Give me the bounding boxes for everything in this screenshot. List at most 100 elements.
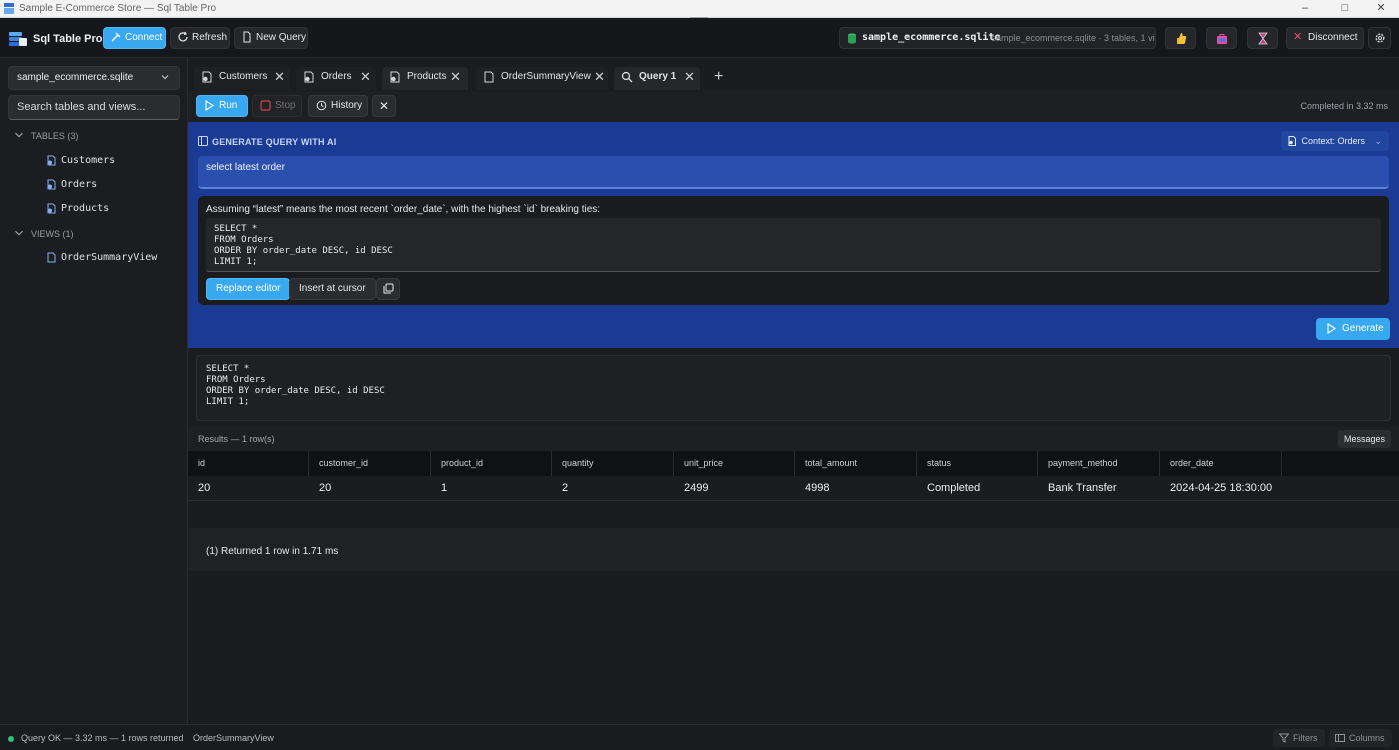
results-count: Results — 1 row(s) xyxy=(198,434,275,444)
run-button[interactable]: Run xyxy=(196,95,248,117)
context-label: Context: Orders xyxy=(1301,136,1365,146)
columns-icon xyxy=(1335,734,1345,742)
new-query-label: New Query xyxy=(256,32,307,43)
sidebar: sample_ecommerce.sqlite Search tables an… xyxy=(0,58,188,724)
messages-button[interactable]: Messages xyxy=(1337,430,1391,448)
app-icon xyxy=(4,3,14,14)
close-tab-icon[interactable]: ✕ xyxy=(360,67,371,87)
settings-button[interactable] xyxy=(1368,27,1391,49)
tab-label: Query 1 xyxy=(639,71,677,82)
disconnect-button[interactable]: ✕ Disconnect xyxy=(1286,27,1364,49)
database-select[interactable]: sample_ecommerce.sqlite xyxy=(8,66,180,90)
history-label: History xyxy=(331,100,363,111)
close-tab-icon[interactable]: ✕ xyxy=(594,67,605,87)
refresh-button[interactable]: Refresh xyxy=(170,27,230,49)
sql-editor[interactable]: SELECT * FROM Orders ORDER BY order_date… xyxy=(196,355,1391,421)
timer-button[interactable] xyxy=(1247,27,1278,49)
column-header[interactable]: unit_price xyxy=(674,451,795,476)
column-header[interactable]: customer_id xyxy=(309,451,431,476)
status-message: Query OK — 3.32 ms — 1 rows returned xyxy=(21,733,184,743)
table-cell[interactable]: 2499 xyxy=(674,476,708,501)
chevron-down-icon xyxy=(161,75,169,80)
close-tab-icon[interactable]: ✕ xyxy=(274,67,285,87)
table-search-input[interactable]: Search tables and views... xyxy=(8,95,180,120)
column-header[interactable]: quantity xyxy=(552,451,674,476)
generate-label: Generate xyxy=(1342,323,1384,334)
table-icon xyxy=(47,155,56,166)
sidebar-item-label: Products xyxy=(61,203,110,214)
column-header[interactable]: id xyxy=(188,451,309,476)
table-cell[interactable]: Completed xyxy=(917,476,980,501)
close-ai-panel-button[interactable]: ✕ xyxy=(372,95,396,117)
filters-button[interactable]: Filters xyxy=(1273,729,1325,747)
maximize-button[interactable]: □ xyxy=(1323,0,1367,17)
column-header[interactable]: status xyxy=(917,451,1038,476)
column-header[interactable]: order_date xyxy=(1160,451,1282,476)
stop-button[interactable]: Stop xyxy=(252,95,302,117)
close-window-button[interactable]: ✕ xyxy=(1363,0,1399,17)
document-icon xyxy=(47,252,56,263)
database-select-value: sample_ecommerce.sqlite xyxy=(17,72,134,83)
tab-label: OrderSummaryView xyxy=(501,71,591,82)
table-cell[interactable]: Bank Transfer xyxy=(1038,476,1116,501)
refresh-icon xyxy=(178,31,188,42)
tab-orders[interactable]: Orders ✕ xyxy=(296,67,376,90)
new-query-button[interactable]: New Query xyxy=(234,27,308,49)
window-title: Sample E-Commerce Store — Sql Table Pro xyxy=(19,3,217,14)
connect-button[interactable]: Connect xyxy=(103,27,166,49)
table-cell[interactable]: 2 xyxy=(552,476,568,501)
close-tab-icon[interactable]: ✕ xyxy=(684,67,695,87)
feedback-button[interactable] xyxy=(1165,27,1196,49)
column-header[interactable]: payment_method xyxy=(1038,451,1160,476)
ai-header-label: GENERATE QUERY WITH AI xyxy=(212,137,337,147)
tab-products[interactable]: Products ✕ xyxy=(382,67,468,90)
table-cell[interactable]: 1 xyxy=(431,476,447,501)
replace-editor-button[interactable]: Replace editor xyxy=(206,278,291,300)
close-tab-icon[interactable]: ✕ xyxy=(450,67,461,87)
table-icon xyxy=(47,179,56,190)
close-icon: ✕ xyxy=(1293,31,1303,43)
table-cell[interactable]: 20 xyxy=(188,476,210,501)
table-search-placeholder: Search tables and views... xyxy=(17,101,146,113)
document-icon xyxy=(484,71,494,83)
tab-customers[interactable]: Customers ✕ xyxy=(194,67,290,90)
store-button[interactable] xyxy=(1206,27,1237,49)
tab-label: Products xyxy=(407,71,447,82)
insert-at-cursor-button[interactable]: Insert at cursor xyxy=(289,278,376,300)
table-cell[interactable]: 4998 xyxy=(795,476,829,501)
ai-answer-intro: Assuming “latest” means the most recent … xyxy=(206,204,601,215)
chevron-down-icon: ⌄ xyxy=(1374,136,1382,146)
copy-button[interactable] xyxy=(376,278,400,300)
minimize-button[interactable]: – xyxy=(1283,0,1327,17)
column-header[interactable]: total_amount xyxy=(795,451,917,476)
ai-query-panel: GENERATE QUERY WITH AI Context: Orders ⌄… xyxy=(188,122,1399,348)
tab-label: Customers xyxy=(219,71,268,82)
disconnect-label: Disconnect xyxy=(1308,32,1358,43)
window-title-bar: Sample E-Commerce Store — Sql Table Pro … xyxy=(0,0,1399,18)
table-cell[interactable]: 20 xyxy=(309,476,331,501)
chevron-down-icon xyxy=(15,132,23,138)
table-cell[interactable]: 2024-04-25 18:30:00 xyxy=(1160,476,1272,501)
database-icon xyxy=(848,33,856,44)
tables-section-header[interactable]: TABLES (3) xyxy=(14,131,78,141)
context-select[interactable]: Context: Orders ⌄ xyxy=(1281,131,1389,151)
generate-button[interactable]: Generate xyxy=(1316,318,1390,340)
returned-rows-message: (1) Returned 1 row in 1.71 ms xyxy=(206,546,339,557)
table-row[interactable]: 20 20 1 2 2499 4998 Completed Bank Trans… xyxy=(188,476,1399,501)
tab-query-1[interactable]: Query 1 ✕ xyxy=(614,67,700,90)
table-icon xyxy=(1288,136,1297,146)
filter-icon xyxy=(1279,733,1289,743)
column-header[interactable]: product_id xyxy=(431,451,552,476)
views-section-header[interactable]: VIEWS (1) xyxy=(14,229,74,239)
tab-ordersummaryview[interactable]: OrderSummaryView ✕ xyxy=(476,67,608,90)
history-button[interactable]: History xyxy=(308,95,368,117)
logo-icon xyxy=(9,32,27,46)
ai-prompt-input[interactable]: select latest order xyxy=(198,156,1389,189)
top-toolbar: Sql Table Pro Connect Refresh New Query … xyxy=(0,18,1399,58)
columns-button[interactable]: Columns xyxy=(1329,729,1392,747)
status-view-name: OrderSummaryView xyxy=(193,733,274,743)
tables-header-label: TABLES (3) xyxy=(31,131,79,141)
add-tab-icon[interactable]: + xyxy=(714,68,723,86)
table-icon xyxy=(304,71,314,83)
table-icon xyxy=(47,203,56,214)
